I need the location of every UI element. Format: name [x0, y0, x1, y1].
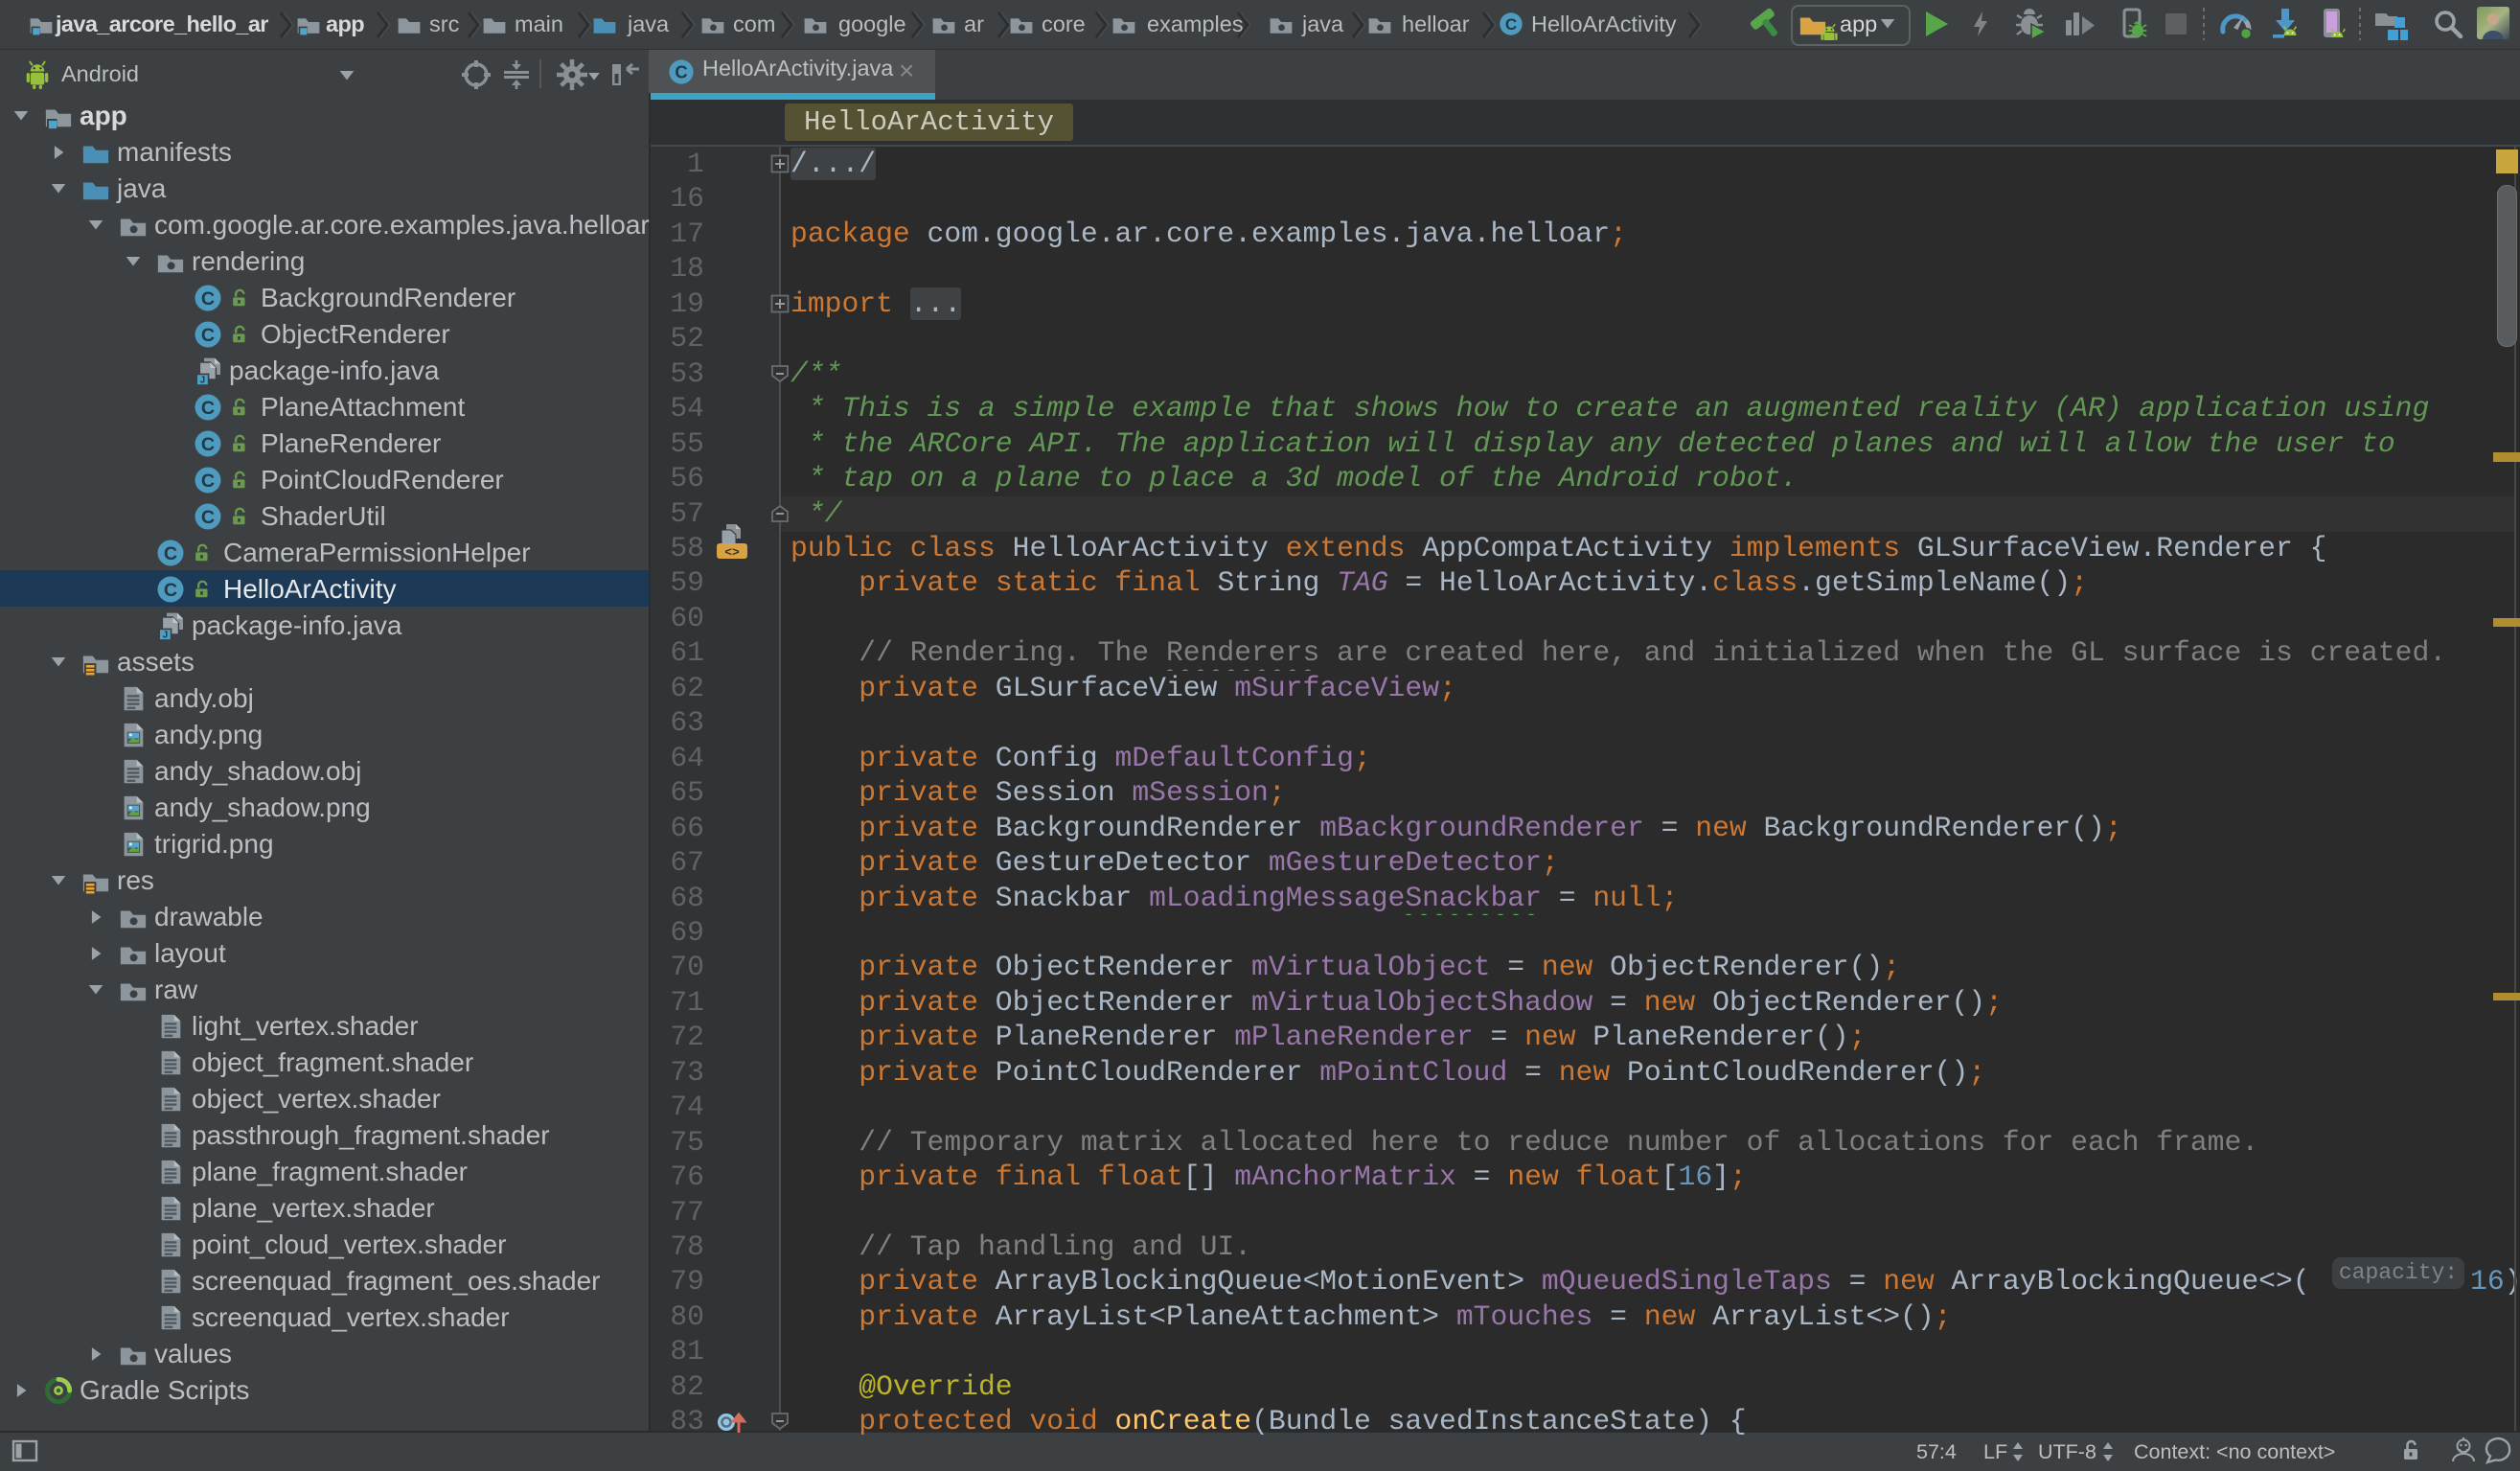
svg-text:C: C — [201, 434, 215, 455]
svg-text:C: C — [1505, 15, 1517, 34]
svg-text:C: C — [164, 543, 177, 564]
svg-text:C: C — [201, 288, 215, 310]
svg-text:C: C — [201, 471, 215, 492]
svg-text:C: C — [201, 507, 215, 528]
svg-text:C: C — [675, 61, 687, 81]
svg-text:<>: <> — [724, 545, 740, 560]
svg-text:J: J — [163, 631, 169, 641]
svg-text:C: C — [201, 325, 215, 346]
svg-text:J: J — [200, 376, 206, 386]
svg-text:C: C — [164, 580, 177, 601]
svg-text:C: C — [201, 398, 215, 419]
